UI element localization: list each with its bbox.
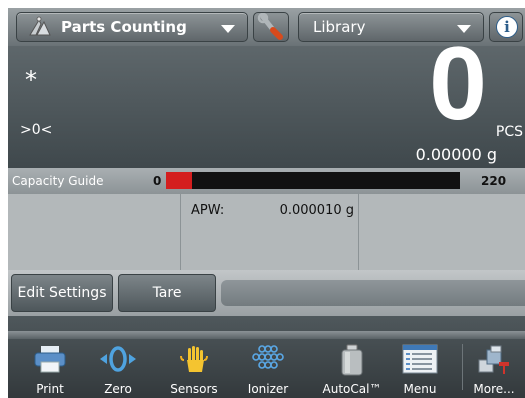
edit-settings-button[interactable]: Edit Settings (11, 274, 113, 312)
nav-more-button[interactable]: More... (464, 340, 524, 398)
nav-autocal-label: AutoCal™ (322, 382, 382, 396)
stable-indicator: * (25, 66, 37, 94)
zero-icon (100, 346, 136, 372)
more-icon (478, 345, 509, 374)
reference-cell-1 (8, 194, 181, 270)
apw-value: 0.000010 g (279, 203, 354, 218)
printer-icon (34, 346, 66, 373)
reference-cell-3 (359, 194, 525, 270)
reference-info-area: APW: 0.000010 g (8, 194, 525, 270)
parts-counting-icon (29, 16, 51, 36)
info-button[interactable]: i (489, 12, 523, 42)
chevron-down-icon (221, 25, 235, 33)
nav-zero-label: Zero (104, 382, 132, 396)
calibration-weight-icon (341, 344, 363, 376)
nav-menu-label: Menu (403, 382, 437, 396)
menu-icon (402, 344, 438, 374)
nav-ionizer-label: Ionizer (247, 382, 289, 396)
info-icon: i (496, 16, 518, 38)
nav-ionizer-button[interactable]: Ionizer (238, 340, 298, 398)
capacity-bar-fill (166, 172, 192, 189)
nav-print-label: Print (36, 382, 64, 396)
nav-sensors-label: Sensors (170, 382, 218, 396)
capacity-min-label: 0 (153, 174, 162, 188)
button-row-filler (221, 280, 525, 306)
nav-more-label: More... (473, 382, 515, 396)
nav-menu-button[interactable]: Menu (388, 340, 452, 398)
capacity-guide: Capacity Guide 0 220 (8, 168, 525, 194)
capacity-bar (166, 172, 460, 189)
reference-cell-apw: APW: 0.000010 g (181, 194, 359, 270)
wrench-settings-button[interactable] (253, 12, 289, 42)
library-label: Library (313, 18, 366, 36)
application-dropdown[interactable]: Parts Counting (16, 12, 248, 42)
capacity-guide-label: Capacity Guide (12, 174, 104, 188)
bottom-navigation-bar: Print Zero Sensors Ionizer AutoCal™ Menu… (8, 316, 525, 398)
apw-label: APW: (191, 203, 225, 218)
nav-separator (462, 344, 463, 390)
ionizer-icon (252, 345, 284, 369)
center-of-zero-indicator: >0< (20, 122, 53, 138)
nav-sensors-button[interactable]: Sensors (160, 340, 228, 398)
tare-button[interactable]: Tare (118, 274, 216, 312)
weighing-display: * >0< 0 PCS 0.00000 g (8, 32, 525, 168)
wrench-icon (257, 13, 283, 40)
nav-print-button[interactable]: Print (20, 340, 80, 398)
action-button-row: Edit Settings Tare (8, 270, 525, 316)
nav-zero-button[interactable]: Zero (90, 340, 146, 398)
main-unit: PCS (495, 124, 523, 140)
application-label: Parts Counting (61, 18, 187, 36)
main-count-value: 0 (429, 26, 487, 142)
capacity-max-label: 220 (481, 174, 507, 188)
nav-autocal-button[interactable]: AutoCal™ (314, 340, 390, 398)
secondary-weight-value: 0.00000 g (415, 145, 497, 164)
balance-screen: Parts Counting Library i * >0< 0 PCS 0.0… (8, 8, 525, 398)
hand-sensor-icon (180, 346, 208, 372)
nav-strip (8, 331, 525, 339)
